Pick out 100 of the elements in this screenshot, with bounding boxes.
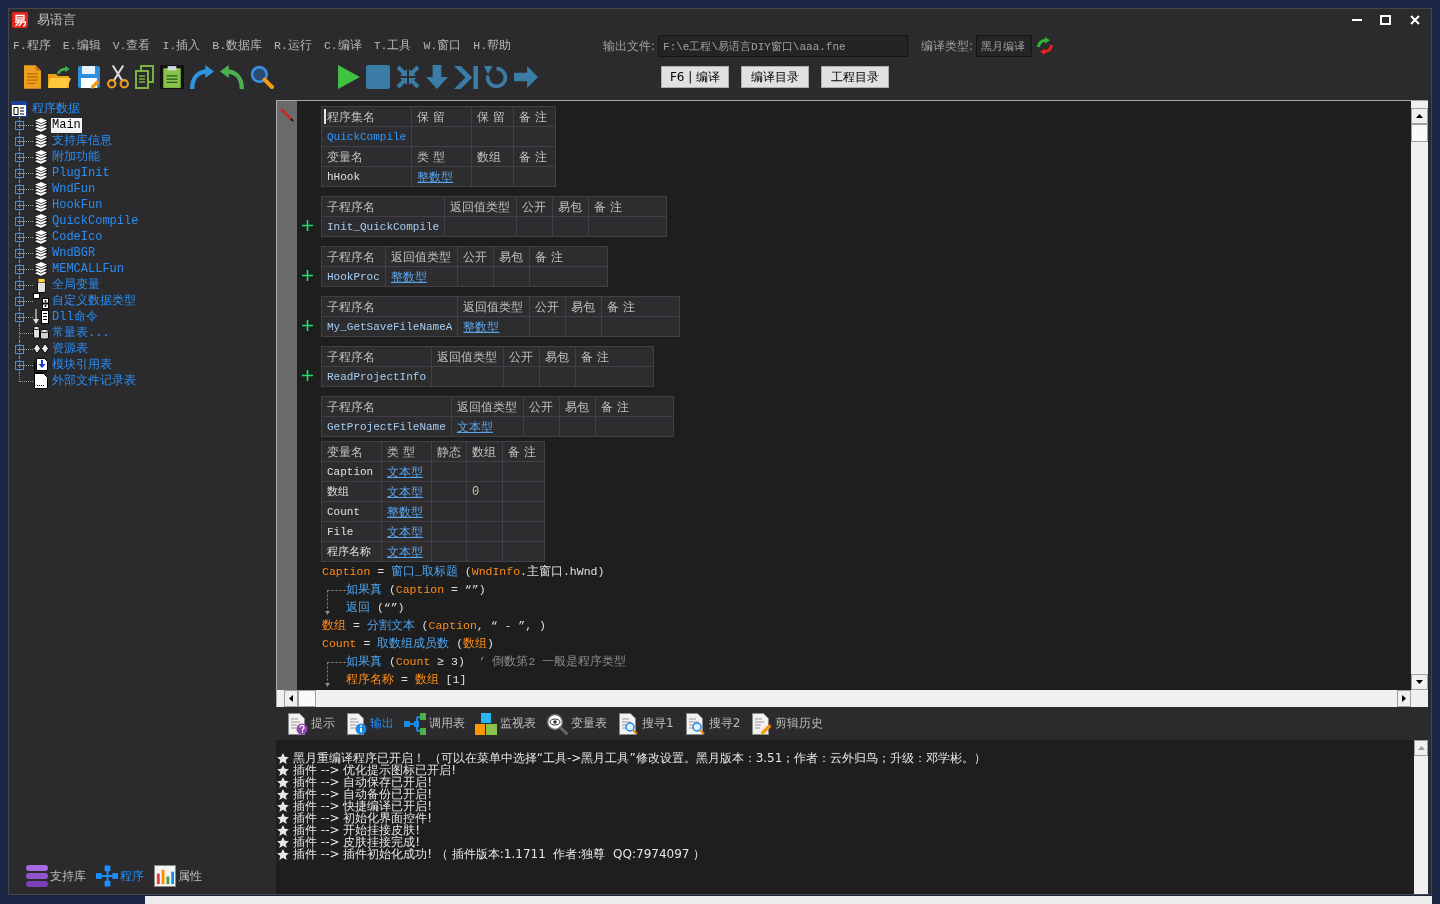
table-cell xyxy=(502,501,545,522)
tree-item[interactable]: WndBGR xyxy=(51,245,97,261)
tree-item[interactable]: QuickCompile xyxy=(51,213,140,229)
right-arrow-icon[interactable] xyxy=(514,66,538,88)
plus-icon[interactable] xyxy=(302,220,313,231)
tree-item[interactable]: Dll命令 xyxy=(51,309,99,325)
clipboard-icon[interactable] xyxy=(160,65,184,89)
scissors-icon[interactable] xyxy=(107,65,129,89)
plus-icon[interactable] xyxy=(302,320,313,331)
side-tab[interactable]: 程序 xyxy=(96,865,144,887)
scrollbar-thumb[interactable] xyxy=(1411,124,1428,142)
menu-item[interactable]: E.编辑 xyxy=(62,39,101,53)
copy-icon[interactable] xyxy=(135,65,154,89)
scroll-up-button[interactable] xyxy=(1411,108,1428,124)
circular-arrow-icon[interactable] xyxy=(484,65,508,89)
tree-root-item[interactable]: 程序数据 xyxy=(31,101,81,117)
tree-item[interactable]: MEMCALLFun xyxy=(51,261,125,277)
expand-icon[interactable] xyxy=(15,169,24,178)
project-folder-button[interactable]: 工程目录 xyxy=(821,66,889,88)
expand-icon[interactable] xyxy=(15,297,24,306)
panel-tab[interactable]: 剪辑历史 xyxy=(750,712,824,735)
down-arrow-icon[interactable] xyxy=(426,65,448,89)
swap-arrows-icon[interactable] xyxy=(1036,37,1055,55)
expand-icon[interactable] xyxy=(15,201,24,210)
play-icon[interactable] xyxy=(338,65,360,89)
redo-icon[interactable] xyxy=(190,65,214,89)
panel-tab[interactable]: 搜寻2 xyxy=(683,712,741,735)
output-line: 插件 --> 开始挂接皮肤! xyxy=(293,824,421,836)
star-icon xyxy=(277,776,289,788)
tree-item[interactable]: 附加功能 xyxy=(51,149,101,165)
panel-tab[interactable]: 输出 xyxy=(345,712,394,735)
expand-icon[interactable] xyxy=(15,121,24,130)
scroll-left-button[interactable] xyxy=(284,690,298,707)
expand-icon[interactable] xyxy=(15,361,24,370)
panel-tab[interactable]: 提示 xyxy=(286,712,335,735)
search-icon[interactable] xyxy=(250,65,274,89)
compile-button[interactable]: F6 | 编译 xyxy=(661,66,729,88)
table-cell: My_GetSaveFileNameA xyxy=(321,316,458,337)
panel-tab[interactable]: 监视表 xyxy=(475,712,536,735)
star-icon xyxy=(277,752,289,764)
open-folder-icon[interactable] xyxy=(47,65,71,89)
scroll-down-button[interactable] xyxy=(1411,674,1428,690)
menu-item[interactable]: I.插入 xyxy=(162,39,201,53)
expand-icon[interactable] xyxy=(15,313,24,322)
expand-icon[interactable] xyxy=(15,265,24,274)
horizontal-scrollbar[interactable] xyxy=(277,690,1428,707)
table-cell xyxy=(552,216,589,237)
plus-icon[interactable] xyxy=(302,270,313,281)
vertical-scrollbar[interactable] xyxy=(1414,740,1428,894)
expand-icon[interactable] xyxy=(15,153,24,162)
menu-item[interactable]: H.帮助 xyxy=(473,39,512,53)
compile-type-field[interactable]: 黑月编译 xyxy=(976,35,1033,57)
expand-icon[interactable] xyxy=(15,345,24,354)
scrollbar-thumb[interactable] xyxy=(298,690,316,707)
menu-item[interactable]: W.窗口 xyxy=(423,39,462,53)
tree-item[interactable]: 全局变量 xyxy=(51,277,101,293)
build-folder-button[interactable]: 编译目录 xyxy=(741,66,809,88)
tree-item[interactable]: Main xyxy=(51,117,82,133)
tree-item[interactable]: 资源表 xyxy=(51,341,89,357)
tree-item[interactable]: 外部文件记录表 xyxy=(51,373,137,389)
expand-icon[interactable] xyxy=(15,249,24,258)
undo-icon[interactable] xyxy=(220,65,244,89)
vertical-scrollbar[interactable] xyxy=(1411,101,1428,690)
new-file-icon[interactable] xyxy=(24,65,41,89)
panel-tab[interactable]: 变量表 xyxy=(546,712,607,735)
tree-item[interactable]: WndFun xyxy=(51,181,97,197)
menu-item[interactable]: R.运行 xyxy=(274,39,312,53)
menu-item[interactable]: T.工具 xyxy=(373,39,412,53)
side-tab[interactable]: 支持库 xyxy=(26,865,86,887)
star-icon xyxy=(277,836,289,848)
expand-icon[interactable] xyxy=(15,233,24,242)
skip-forward-icon[interactable] xyxy=(454,65,478,89)
tree-item[interactable]: 模块引用表 xyxy=(51,357,113,373)
expand-icon[interactable] xyxy=(15,281,24,290)
expand-icon[interactable] xyxy=(15,185,24,194)
side-tab[interactable]: 属性 xyxy=(154,865,202,887)
tree-item[interactable]: 支持库信息 xyxy=(51,133,113,149)
table-cell xyxy=(529,316,566,337)
panel-tab[interactable]: 搜寻1 xyxy=(617,712,674,735)
scroll-right-button[interactable] xyxy=(1397,690,1411,707)
panel-tab[interactable]: 调用表 xyxy=(404,712,465,735)
tree-item[interactable]: 自定义数据类型 xyxy=(51,293,137,309)
tree-item[interactable]: CodeIco xyxy=(51,229,104,245)
tree-item[interactable]: 常量表... xyxy=(51,325,111,341)
save-icon[interactable] xyxy=(77,65,101,89)
output-line: 插件 --> 皮肤挂接完成! xyxy=(293,836,421,848)
tree-item[interactable]: HookFun xyxy=(51,197,104,213)
cross-arrows-icon[interactable] xyxy=(396,65,420,89)
tree-item[interactable]: PlugInit xyxy=(51,165,111,181)
stacked-sheets-icon xyxy=(33,181,49,197)
expand-icon[interactable] xyxy=(15,137,24,146)
output-file-field[interactable]: F:\e工程\易语言DIY窗口\aaa.fne xyxy=(658,35,909,57)
menu-item[interactable]: C.编译 xyxy=(323,39,362,53)
type-cell: 文本型 xyxy=(381,541,432,562)
expand-icon[interactable] xyxy=(15,217,24,226)
menu-item[interactable]: B.数据库 xyxy=(212,39,263,53)
plus-icon[interactable] xyxy=(302,370,313,381)
menu-item[interactable]: F.程序 xyxy=(13,39,51,53)
menu-item[interactable]: V.查看 xyxy=(112,39,151,53)
stacked-sheets-icon xyxy=(33,165,49,181)
